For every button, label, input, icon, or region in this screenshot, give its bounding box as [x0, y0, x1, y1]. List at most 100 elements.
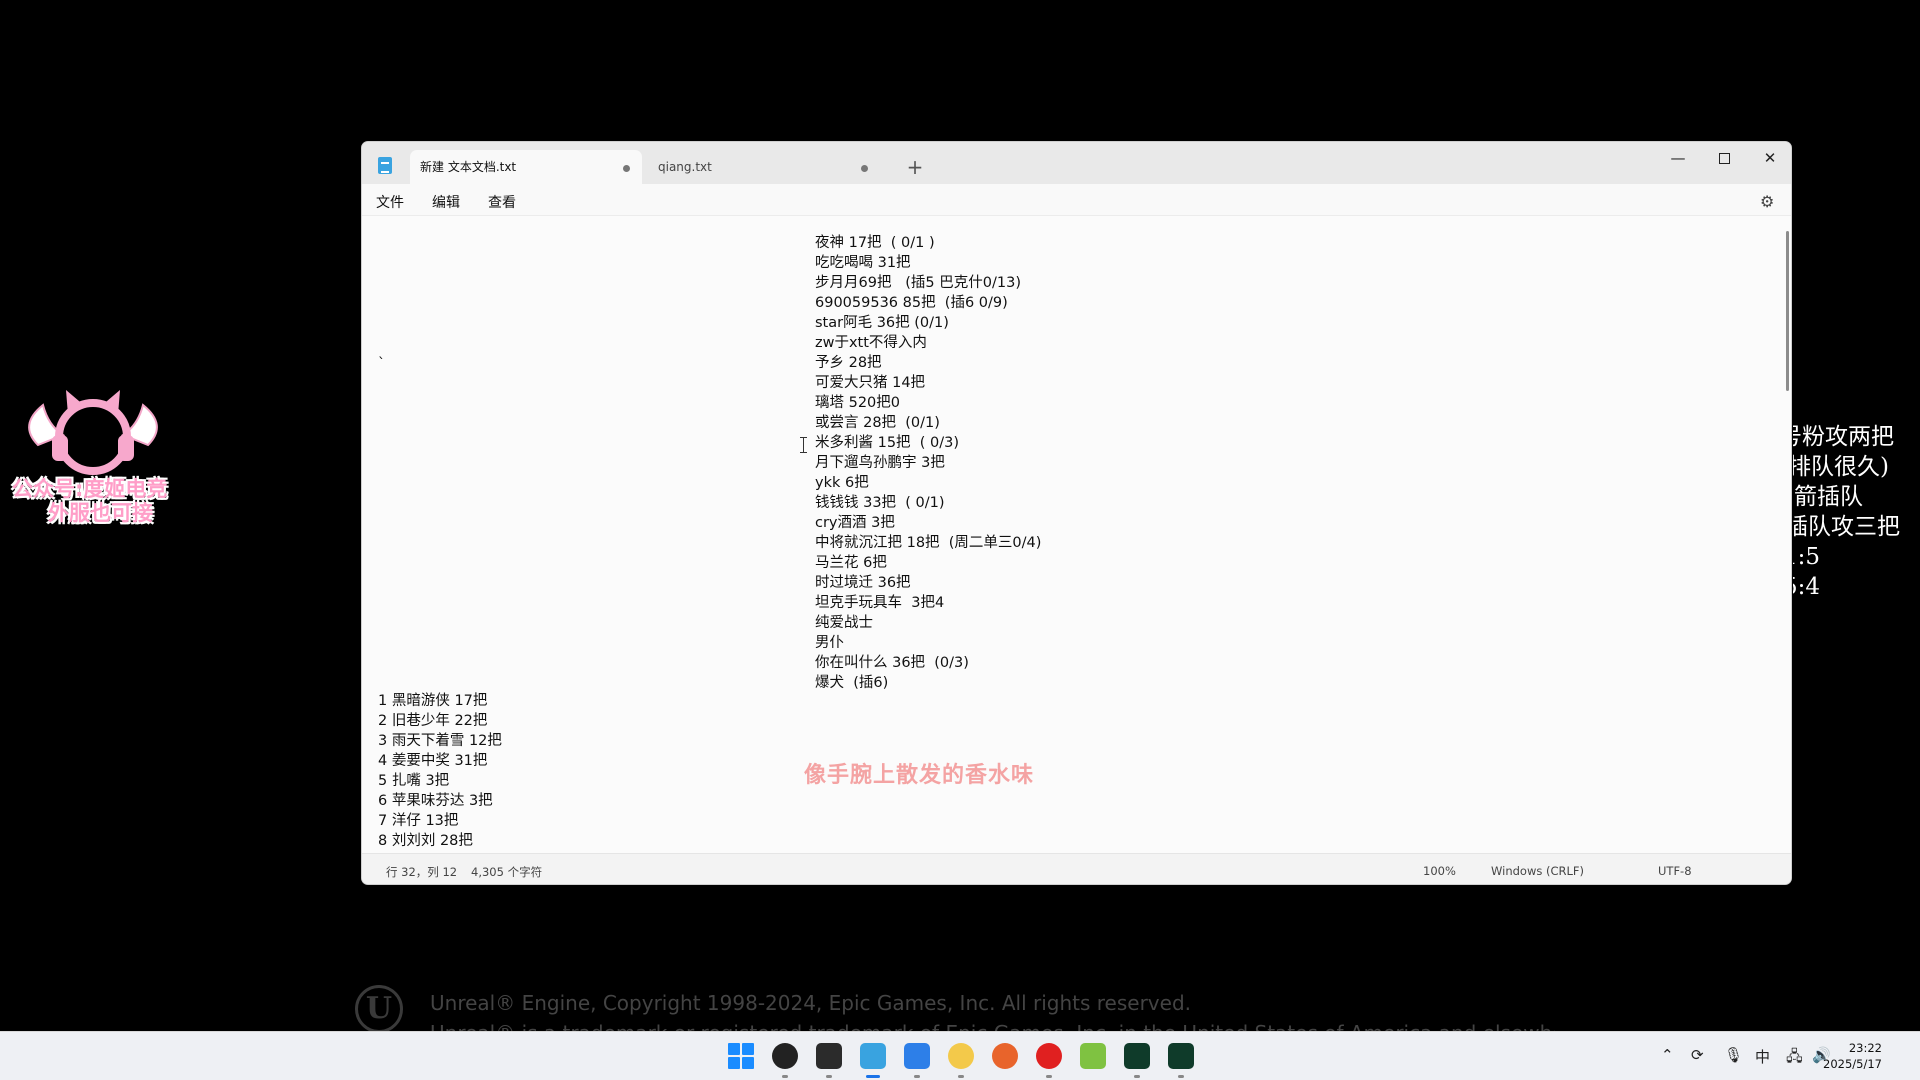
- netease-music-icon[interactable]: [1036, 1043, 1062, 1069]
- running-indicator: [782, 1075, 788, 1078]
- text-line: 爆犬 (插6): [815, 675, 889, 691]
- copyright-line1: Unreal® Engine, Copyright 1998-2024, Epi…: [430, 991, 1191, 1015]
- text-line: 钱钱钱 33把 ( 0/1): [815, 495, 945, 511]
- delta-force-app-icon[interactable]: [1124, 1043, 1150, 1069]
- text-line: 中将就沉江把 18把 (周二单三0/4): [815, 535, 1042, 551]
- obs-app-icon[interactable]: [772, 1043, 798, 1069]
- right-overlay-text: 号粉攻两把 (排队很久) (箭插队 插队攻三把 1:5 5:4: [1793, 422, 1920, 602]
- text-cursor-ibeam-icon: [800, 437, 807, 453]
- running-indicator: [914, 1075, 920, 1078]
- text-line: 7 洋仔 13把: [378, 813, 459, 829]
- terminal-app-icon[interactable]: [816, 1043, 842, 1069]
- status-bar: 行 32，列 12 4,305 个字符 100% Windows (CRLF) …: [362, 853, 1791, 884]
- text-line: 马兰花 6把: [815, 555, 887, 571]
- notepad-app-icon: [378, 157, 392, 174]
- overlay-line: (箭插队: [1793, 484, 1863, 510]
- text-line: 690059536 85把 (插6 0/9): [815, 295, 1008, 311]
- overlay-line: 1:5: [1793, 544, 1821, 570]
- text-line: 时过境迁 36把: [815, 575, 911, 591]
- text-line: 1 黑暗游侠 17把: [378, 693, 488, 709]
- overlay-line: 插队攻三把: [1793, 514, 1900, 540]
- text-line: 或尝言 28把 (0/1): [815, 415, 940, 431]
- settings-gear-icon[interactable]: ⚙: [1760, 192, 1774, 211]
- tab-new-text-document[interactable]: 新建 文本文档.txt: [410, 150, 642, 184]
- microphone-icon[interactable]: 🎙: [1724, 1046, 1743, 1064]
- text-line: 纯爱战士: [815, 615, 873, 631]
- line-ending[interactable]: Windows (CRLF): [1491, 864, 1584, 878]
- unreal-copyright-footer: U Unreal® Engine, Copyright 1998-2024, E…: [355, 985, 1555, 1033]
- zoom-level[interactable]: 100%: [1423, 864, 1456, 878]
- text-line: 璃塔 520把0: [815, 395, 901, 411]
- text-line: 你在叫什么 36把 (0/3): [815, 655, 969, 671]
- network-icon[interactable]: 🖧: [1786, 1046, 1803, 1071]
- menu-bar: 文件 编辑 查看 ⚙: [362, 184, 1791, 216]
- maximize-button[interactable]: [1701, 142, 1747, 174]
- title-bar[interactable]: 新建 文本文档.txt qiang.txt + — ✕: [362, 142, 1791, 184]
- tab-label: qiang.txt: [658, 160, 712, 174]
- text-line: 2 旧巷少年 22把: [378, 713, 488, 729]
- maximize-icon: [1718, 153, 1730, 164]
- menu-view[interactable]: 查看: [488, 192, 516, 212]
- running-indicator: [866, 1075, 880, 1078]
- close-button[interactable]: ✕: [1747, 142, 1791, 174]
- yellow-app-icon[interactable]: [1080, 1043, 1106, 1069]
- running-indicator: [1046, 1075, 1052, 1078]
- character-count: 4,305 个字符: [471, 865, 543, 879]
- ime-indicator[interactable]: 中: [1755, 1046, 1770, 1067]
- streamer-logo-overlay: 公众号:度姬电竞 外服也可接: [8, 385, 218, 525]
- sync-icon[interactable]: ⟳: [1691, 1046, 1704, 1064]
- unreal-logo-icon: U: [355, 985, 403, 1033]
- text-editor-area[interactable]: ` 夜神 17把 ( 0/1 ) 吃吃喝喝 31把 步月月69把 (插5 巴克什…: [362, 216, 1783, 853]
- minimize-button[interactable]: —: [1655, 142, 1701, 174]
- text-line: 3 雨天下着雪 12把: [378, 733, 502, 749]
- text-line: 可爱大只猪 14把: [815, 375, 926, 391]
- text-line: 5 扎嘴 3把: [378, 773, 450, 789]
- scrollbar-thumb[interactable]: [1786, 231, 1789, 391]
- lyric-overlay-text: 像手腕上散发的香水味: [804, 763, 1035, 788]
- clock-date: 2025/5/17: [1823, 1057, 1882, 1071]
- delta-force-app-icon[interactable]: [1168, 1043, 1194, 1069]
- clock-time: 23:22: [1848, 1041, 1882, 1055]
- overlay-line: 号粉攻两把: [1793, 424, 1894, 450]
- text-line: 4 姜要中奖 31把: [378, 753, 488, 769]
- stray-backtick-text: `: [378, 356, 385, 372]
- encoding[interactable]: UTF-8: [1658, 864, 1692, 878]
- menu-edit[interactable]: 编辑: [432, 192, 460, 212]
- text-line: cry酒酒 3把: [815, 515, 895, 531]
- unsaved-dot-icon[interactable]: [623, 165, 630, 172]
- text-line: 步月月69把 (插5 巴克什0/13): [815, 275, 1021, 291]
- running-indicator: [1178, 1075, 1184, 1078]
- new-tab-button[interactable]: +: [900, 152, 930, 182]
- system-clock[interactable]: 23:22 2025/5/17: [1823, 1040, 1882, 1072]
- chevron-up-icon[interactable]: ⌃: [1661, 1046, 1674, 1064]
- text-line: 男仆: [815, 635, 844, 651]
- bird-app-icon[interactable]: [992, 1043, 1018, 1069]
- windows-start-icon[interactable]: [728, 1043, 754, 1069]
- text-line: 夜神 17把 ( 0/1 ): [815, 235, 935, 251]
- game-booster-app-icon[interactable]: [904, 1043, 930, 1069]
- running-indicator: [826, 1075, 832, 1078]
- tab-label: 新建 文本文档.txt: [420, 160, 517, 174]
- notepad-taskbar-icon[interactable]: [860, 1043, 886, 1069]
- text-line: 6 苹果味芬达 3把: [378, 793, 493, 809]
- unsaved-dot-icon[interactable]: [861, 165, 868, 172]
- tab-qiang[interactable]: qiang.txt: [648, 150, 880, 184]
- text-line: zw于xtt不得入内: [815, 335, 927, 351]
- overlay-line: 5:4: [1793, 574, 1821, 600]
- running-indicator: [1134, 1075, 1140, 1078]
- text-line: star阿毛 36把 (0/1): [815, 315, 949, 331]
- vertical-scrollbar[interactable]: [1783, 216, 1791, 853]
- notepad-window: 新建 文本文档.txt qiang.txt + — ✕ 文件 编辑 查看 ⚙ `…: [361, 141, 1792, 885]
- overlay-line: (排队很久): [1793, 454, 1889, 480]
- text-line: 予乡 28把: [815, 355, 882, 371]
- logo-text-line2: 外服也可接: [48, 501, 153, 525]
- menu-file[interactable]: 文件: [376, 192, 404, 212]
- owl-app-icon[interactable]: [948, 1043, 974, 1069]
- cursor-position: 行 32，列 12: [386, 865, 458, 879]
- windows-taskbar: ⌃ ⟳ 🎙 中 🖧 🔊 23:22 2025/5/17: [0, 1031, 1920, 1080]
- text-line: 吃吃喝喝 31把: [815, 255, 911, 271]
- running-indicator: [958, 1075, 964, 1078]
- editor-text-left-block: 1 黑暗游侠 17把 2 旧巷少年 22把 3 雨天下着雪 12把 4 姜要中奖…: [378, 691, 502, 851]
- editor-text-center-block: 夜神 17把 ( 0/1 ) 吃吃喝喝 31把 步月月69把 (插5 巴克什0/…: [815, 233, 1041, 693]
- text-line: 坦克手玩具车 3把4: [815, 595, 945, 611]
